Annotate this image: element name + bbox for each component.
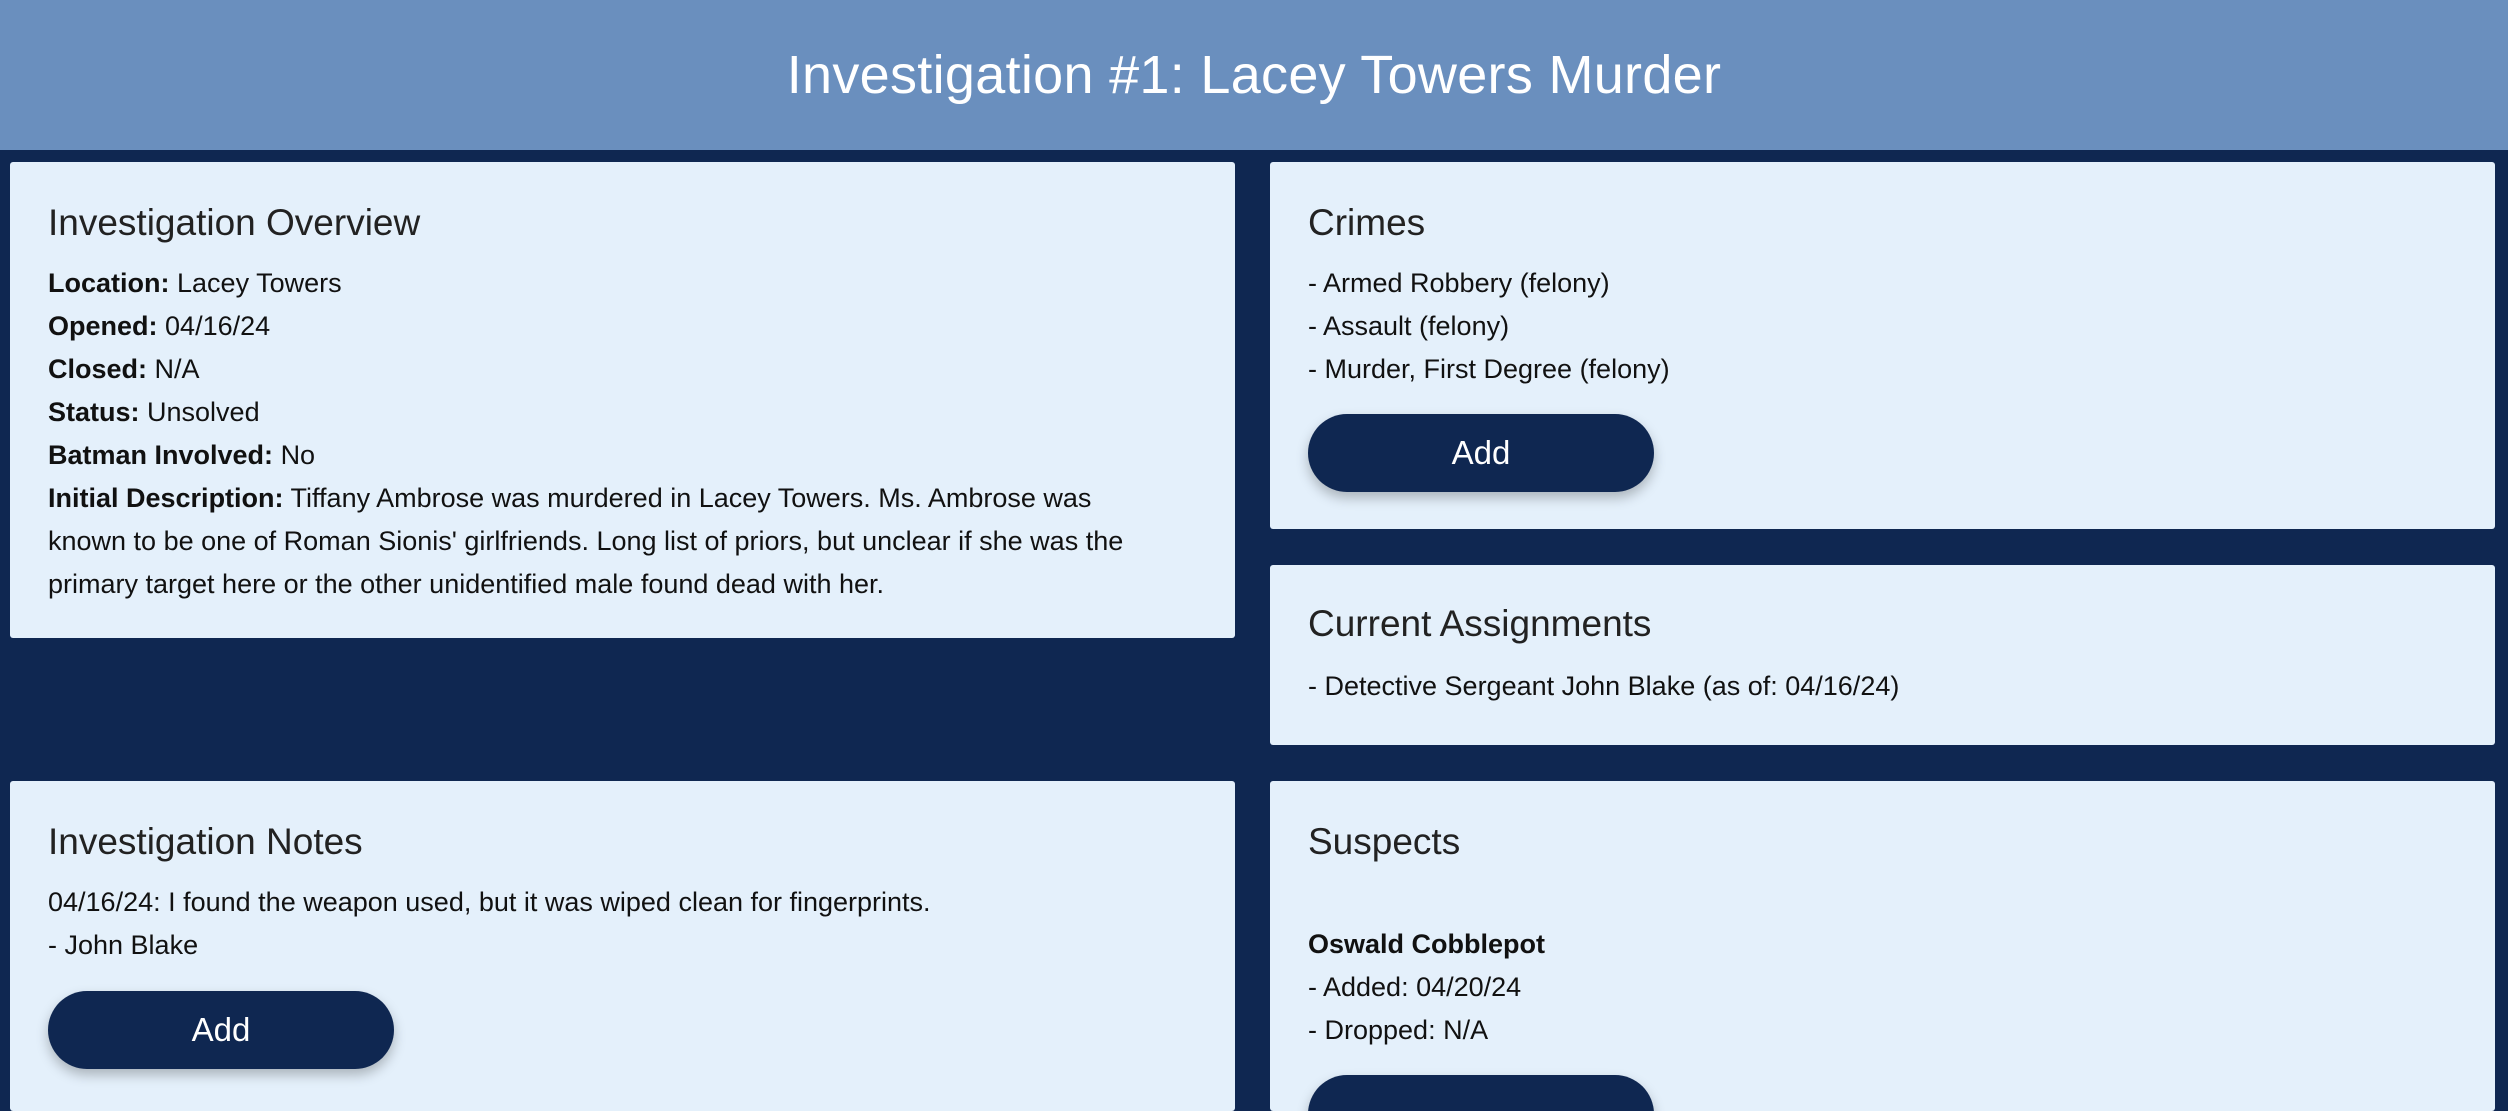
notes-heading: Investigation Notes xyxy=(48,821,363,862)
note-author: - John Blake xyxy=(48,930,199,960)
assignments-heading: Current Assignments xyxy=(1308,603,1652,644)
page-header: Investigation #1: Lacey Towers Murder xyxy=(0,0,2508,150)
note-text: 04/16/24: I found the weapon used, but i… xyxy=(48,887,931,917)
suspects-heading: Suspects xyxy=(1308,821,1461,862)
closed-value: N/A xyxy=(154,354,200,384)
batman-row: Batman Involved: No xyxy=(48,434,1197,477)
location-row: Location: Lacey Towers xyxy=(48,262,1197,305)
batman-value: No xyxy=(280,440,316,470)
location-value: Lacey Towers xyxy=(177,268,342,298)
notes-card: Investigation Notes 04/16/24: I found th… xyxy=(10,781,1235,1111)
crimes-heading: Crimes xyxy=(1308,202,1426,243)
opened-row: Opened: 04/16/24 xyxy=(48,305,1197,348)
status-value: Unsolved xyxy=(147,397,260,427)
status-row: Status: Unsolved xyxy=(48,391,1197,434)
crime-item: - Assault (felony) xyxy=(1308,311,1510,341)
description-label: Initial Description: xyxy=(48,483,284,513)
crime-item: - Armed Robbery (felony) xyxy=(1308,268,1610,298)
opened-value: 04/16/24 xyxy=(165,311,271,341)
description-text-1: Tiffany Ambrose was murdered in Lacey To… xyxy=(290,483,1092,513)
closed-row: Closed: N/A xyxy=(48,348,1197,391)
suspect-added: - Added: 04/20/24 xyxy=(1308,972,1522,1002)
crimes-card: Crimes - Armed Robbery (felony) - Assaul… xyxy=(1270,162,2495,529)
assignments-card: Current Assignments - Detective Sergeant… xyxy=(1270,565,2495,745)
add-note-button[interactable]: Add xyxy=(48,991,394,1069)
overview-heading: Investigation Overview xyxy=(48,202,421,243)
suspect-name: Oswald Cobblepot xyxy=(1308,929,1546,959)
suspect-action-button[interactable] xyxy=(1308,1075,1654,1111)
suspects-card: Suspects Oswald Cobblepot - Added: 04/20… xyxy=(1270,781,2495,1111)
assignment-item: - Detective Sergeant John Blake (as of: … xyxy=(1308,671,1900,701)
status-label: Status: xyxy=(48,397,140,427)
page-title: Investigation #1: Lacey Towers Murder xyxy=(786,45,1722,105)
add-crime-button[interactable]: Add xyxy=(1308,414,1654,492)
overview-card: Investigation Overview Location: Lacey T… xyxy=(10,162,1235,638)
description-line-2: known to be one of Roman Sionis' girlfri… xyxy=(48,526,1124,556)
opened-label: Opened: xyxy=(48,311,158,341)
suspect-dropped: - Dropped: N/A xyxy=(1308,1015,1489,1045)
location-label: Location: xyxy=(48,268,170,298)
description-line-3: primary target here or the other unident… xyxy=(48,569,884,599)
description-line-1: Initial Description: Tiffany Ambrose was… xyxy=(48,477,1197,520)
crime-item: - Murder, First Degree (felony) xyxy=(1308,354,1670,384)
batman-label: Batman Involved: xyxy=(48,440,274,470)
closed-label: Closed: xyxy=(48,354,148,384)
